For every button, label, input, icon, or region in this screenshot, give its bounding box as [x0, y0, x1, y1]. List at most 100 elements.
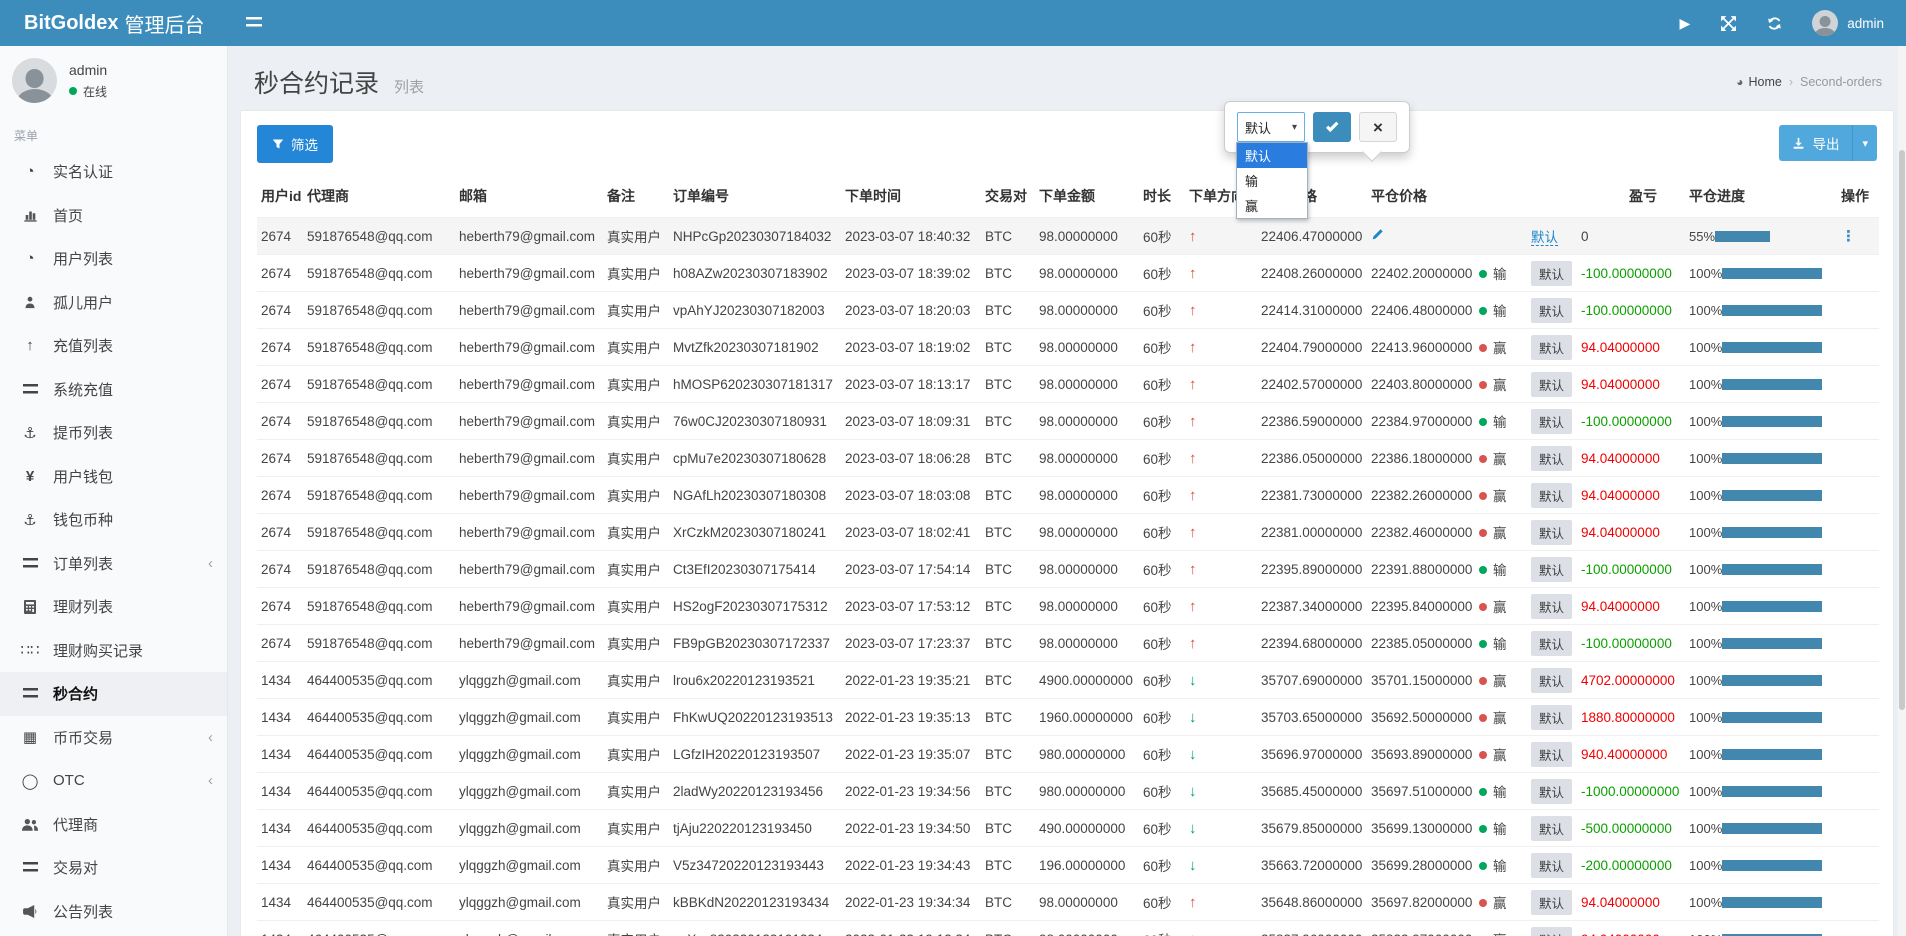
- circle-icon: ◯: [20, 772, 40, 790]
- sidebar-item-home[interactable]: 首页: [0, 194, 227, 238]
- content-header: 秒合约记录 列表 ◕ Home › Second-orders: [228, 46, 1906, 114]
- cell-note: 真实用户: [603, 921, 669, 936]
- cell-result: 输: [1475, 255, 1527, 292]
- control-badge[interactable]: 默认: [1531, 668, 1572, 693]
- progress-bar: [1722, 897, 1822, 908]
- cancel-button[interactable]: ×: [1359, 112, 1397, 142]
- direction-up-icon: ↑: [1189, 561, 1197, 578]
- user-menu[interactable]: admin: [1812, 10, 1884, 36]
- result-label: 赢: [1493, 711, 1507, 726]
- cell-order-time: 2022-01-23 19:34:50: [841, 810, 981, 847]
- sidebar-item-second-contract[interactable]: 秒合约: [0, 672, 227, 716]
- cell-order-time: 2023-03-07 17:23:37: [841, 625, 981, 662]
- progress-bar: [1722, 305, 1822, 316]
- breadcrumb-home-label: Home: [1748, 75, 1781, 89]
- filter-button[interactable]: 筛选: [257, 125, 333, 163]
- cell-pair: BTC: [981, 218, 1035, 255]
- sidebar-item-finance-list[interactable]: 理财列表: [0, 585, 227, 629]
- sidebar-item-orphan-users[interactable]: 孤儿用户: [0, 281, 227, 325]
- select-option[interactable]: 赢: [1237, 193, 1307, 218]
- control-badge[interactable]: 默认: [1531, 705, 1572, 730]
- sidebar-item-withdraw-list[interactable]: ⚓提币列表: [0, 411, 227, 455]
- breadcrumb-home-link[interactable]: ◕ Home: [1736, 75, 1782, 89]
- sidebar-item-coin-trade[interactable]: ▦币币交易‹: [0, 716, 227, 760]
- brand-suffix: 管理后台: [124, 9, 204, 38]
- control-badge[interactable]: 默认: [1531, 335, 1572, 360]
- sidebar-item-recharge-list[interactable]: ↑充值列表: [0, 324, 227, 368]
- table-body: 2674591876548@qq.comheberth79@gmail.com真…: [257, 218, 1879, 936]
- cell-profit: -100.00000000: [1577, 292, 1685, 329]
- play-icon[interactable]: ▶: [1679, 16, 1690, 30]
- cell-pair: BTC: [981, 625, 1035, 662]
- vertical-scrollbar[interactable]: [1898, 46, 1906, 936]
- sidebar-toggle-button[interactable]: [228, 0, 280, 46]
- export-dropdown-toggle[interactable]: ▾: [1852, 125, 1877, 161]
- sidebar-item-otc[interactable]: ◯OTC‹: [0, 759, 227, 803]
- cell-email: ylqggzh@gmail.com: [455, 847, 603, 884]
- select-option[interactable]: 默认: [1237, 143, 1307, 168]
- sidebar-item-agents[interactable]: 代理商: [0, 803, 227, 847]
- control-badge[interactable]: 默认: [1531, 742, 1572, 767]
- control-badge[interactable]: 默认: [1531, 927, 1572, 936]
- control-badge[interactable]: 默认: [1531, 779, 1572, 804]
- cell-agent: 464400535@qq.com: [303, 884, 455, 921]
- cell-actions: [1837, 588, 1879, 625]
- control-badge[interactable]: 默认: [1531, 890, 1572, 915]
- cell-open-price: 22394.68000000: [1257, 625, 1367, 662]
- cell-close-price: 22382.26000000: [1367, 477, 1475, 514]
- cell-duration: 60秒: [1139, 884, 1185, 921]
- direction-up-icon: ↑: [1189, 228, 1197, 245]
- table-row: 1434464400535@qq.comylqggzh@gmail.com真实用…: [257, 810, 1879, 847]
- cell-agent: 464400535@qq.com: [303, 773, 455, 810]
- cell-close-price: 22403.80000000: [1367, 366, 1475, 403]
- edit-close-price-icon[interactable]: [1371, 228, 1384, 241]
- control-editable-link[interactable]: 默认: [1531, 230, 1558, 246]
- sidebar-item-finance-buy-records[interactable]: ∷∷理财购买记录: [0, 629, 227, 673]
- sidebar-item-wallet-currency[interactable]: ⚓钱包币种: [0, 498, 227, 542]
- control-badge[interactable]: 默认: [1531, 483, 1572, 508]
- direction-up-icon: ↑: [1189, 413, 1197, 430]
- sidebar-item-label: 币币交易: [53, 727, 113, 748]
- control-badge[interactable]: 默认: [1531, 557, 1572, 582]
- select-option[interactable]: 输: [1237, 168, 1307, 193]
- export-button[interactable]: 导出: [1779, 125, 1852, 161]
- expand-icon[interactable]: [1720, 15, 1737, 32]
- cell-order-time: 2023-03-07 18:02:41: [841, 514, 981, 551]
- cell-direction: ↑: [1185, 884, 1257, 921]
- confirm-button[interactable]: [1313, 112, 1351, 142]
- control-badge[interactable]: 默认: [1531, 520, 1572, 545]
- control-select[interactable]: 默认 ▾: [1237, 112, 1305, 142]
- brand-logo[interactable]: BitGoldex 管理后台: [0, 0, 228, 46]
- control-badge[interactable]: 默认: [1531, 372, 1572, 397]
- cell-control: 默认: [1527, 403, 1577, 440]
- control-badge[interactable]: 默认: [1531, 409, 1572, 434]
- cell-agent: 591876548@qq.com: [303, 329, 455, 366]
- sidebar-item-user-wallet[interactable]: ¥用户钱包: [0, 455, 227, 499]
- cell-open-price: 22395.89000000: [1257, 551, 1367, 588]
- cell-direction: ↓: [1185, 847, 1257, 884]
- sidebar-item-user-list[interactable]: ◔用户列表: [0, 237, 227, 281]
- result-label: 输: [1493, 859, 1507, 874]
- sidebar-item-real-name-auth[interactable]: ◔实名认证: [0, 150, 227, 194]
- sidebar-item-system-recharge[interactable]: 系统充值: [0, 368, 227, 412]
- control-badge[interactable]: 默认: [1531, 594, 1572, 619]
- cell-order-no: tjAju220220123193450: [669, 810, 841, 847]
- refresh-icon[interactable]: [1767, 16, 1782, 31]
- sidebar-item-trading-pairs[interactable]: 交易对: [0, 846, 227, 890]
- control-badge[interactable]: 默认: [1531, 631, 1572, 656]
- sidebar-item-announcement-list[interactable]: 公告列表: [0, 890, 227, 934]
- control-badge[interactable]: 默认: [1531, 816, 1572, 841]
- sidebar-item-order-list[interactable]: 订单列表‹: [0, 542, 227, 586]
- scrollbar-thumb[interactable]: [1899, 150, 1905, 710]
- cell-note: 真实用户: [603, 588, 669, 625]
- cell-duration: 60秒: [1139, 366, 1185, 403]
- cell-result: 赢: [1475, 440, 1527, 477]
- row-actions-button[interactable]: ⋮: [1841, 228, 1856, 245]
- cell-duration: 60秒: [1139, 736, 1185, 773]
- control-badge[interactable]: 默认: [1531, 298, 1572, 323]
- control-badge[interactable]: 默认: [1531, 261, 1572, 286]
- control-badge[interactable]: 默认: [1531, 853, 1572, 878]
- column-header: 操作: [1837, 175, 1879, 218]
- cell-agent: 464400535@qq.com: [303, 736, 455, 773]
- control-badge[interactable]: 默认: [1531, 446, 1572, 471]
